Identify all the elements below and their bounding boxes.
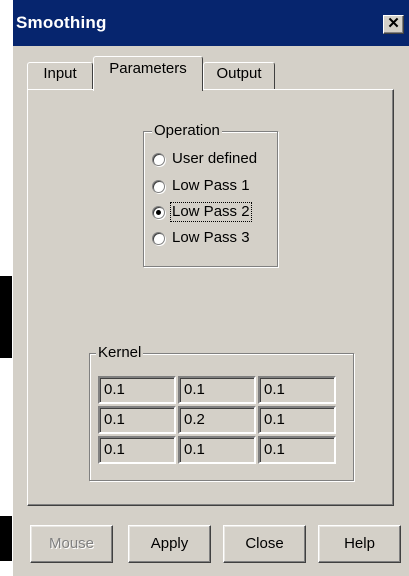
apply-button[interactable]: Apply [128,525,211,563]
kernel-cell[interactable]: 0.1 [98,406,176,434]
kernel-cell[interactable]: 0.1 [98,376,176,404]
title-bar: Smoothing ✕ [13,0,409,46]
tab-output[interactable]: Output [203,62,275,90]
radio-icon [152,152,165,166]
kernel-cell[interactable]: 0.1 [258,406,336,434]
radio-icon [152,231,165,245]
help-button[interactable]: Help [318,525,401,563]
close-button[interactable]: Close [223,525,306,563]
radio-label: Low Pass 1 [172,177,250,194]
kernel-cell[interactable]: 0.1 [178,436,256,464]
radio-icon [152,179,165,193]
operation-legend: Operation [152,122,222,140]
radio-user-defined[interactable]: User defined [152,148,258,170]
tab-input[interactable]: Input [27,62,93,90]
operation-group: Operation User defined Low Pass 1 Low Pa… [143,122,278,267]
parameters-panel: Operation User defined Low Pass 1 Low Pa… [27,89,394,506]
radio-low-pass-3[interactable]: Low Pass 3 [152,227,251,249]
kernel-cell[interactable]: 0.2 [178,406,256,434]
dialog-title: Smoothing [16,13,107,32]
kernel-cell[interactable]: 0.1 [98,436,176,464]
kernel-cell[interactable]: 0.1 [178,376,256,404]
kernel-cell[interactable]: 0.1 [258,376,336,404]
kernel-group: Kernel 0.1 0.1 0.1 0.1 0.2 0.1 0.1 0.1 0… [89,344,354,481]
radio-label: User defined [172,150,258,167]
radio-selected-icon [152,205,165,219]
kernel-cell[interactable]: 0.1 [258,436,336,464]
tab-parameters[interactable]: Parameters [93,56,203,91]
close-icon[interactable]: ✕ [383,15,404,34]
radio-label: Low Pass 2 [170,202,252,222]
smoothing-dialog: Smoothing ✕ Input Parameters Output Oper… [12,0,409,576]
kernel-legend: Kernel [96,344,144,362]
mouse-button[interactable]: Mouse [30,525,113,563]
radio-low-pass-2[interactable]: Low Pass 2 [152,201,252,223]
radio-low-pass-1[interactable]: Low Pass 1 [152,175,251,197]
left-edge-mark-upper [0,276,12,358]
left-edge-mark-lower [0,516,12,561]
radio-label: Low Pass 3 [172,229,250,246]
